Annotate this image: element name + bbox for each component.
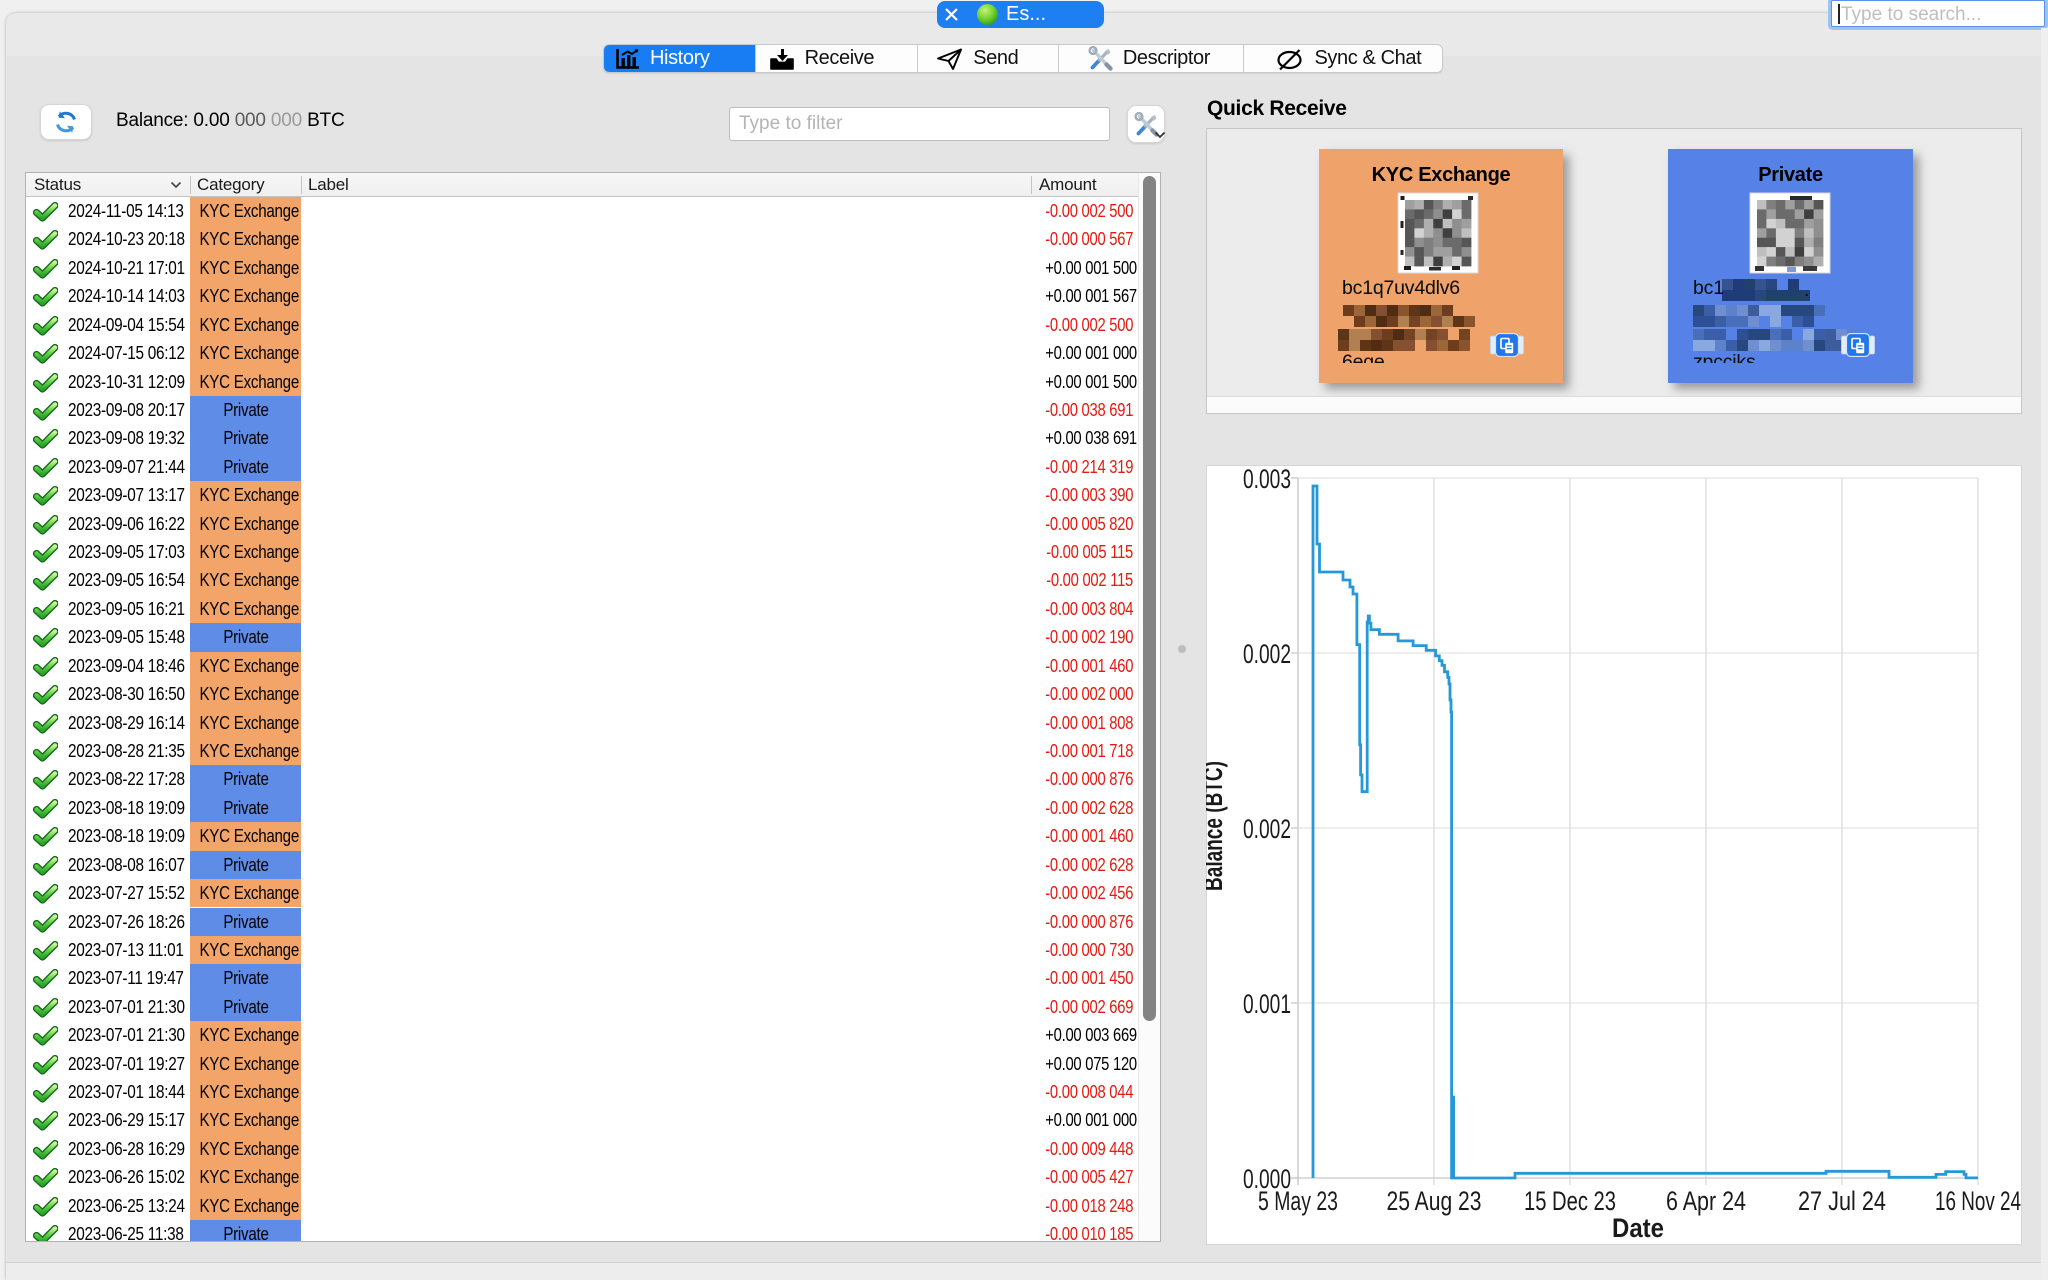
- svg-text:Date: Date: [1612, 1213, 1664, 1243]
- svg-text:Balance (BTC): Balance (BTC): [1206, 761, 1228, 891]
- svg-text:0.001: 0.001: [1243, 989, 1291, 1019]
- svg-text:27 Jul 24: 27 Jul 24: [1798, 1186, 1886, 1216]
- svg-text:0.003: 0.003: [1243, 465, 1291, 494]
- svg-text:15 Dec 23: 15 Dec 23: [1524, 1186, 1616, 1216]
- svg-text:6 Apr 24: 6 Apr 24: [1666, 1186, 1746, 1216]
- svg-text:5 May 23: 5 May 23: [1258, 1186, 1338, 1216]
- svg-text:0.002: 0.002: [1243, 639, 1291, 669]
- svg-text:16 Nov 24: 16 Nov 24: [1935, 1186, 2021, 1216]
- svg-text:0.002: 0.002: [1243, 814, 1291, 844]
- svg-text:25 Aug 23: 25 Aug 23: [1387, 1186, 1482, 1216]
